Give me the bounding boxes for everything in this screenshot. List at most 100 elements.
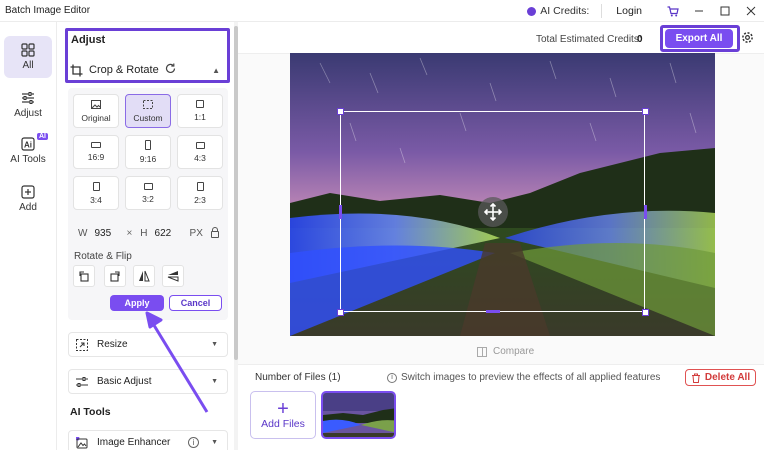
- height-label: H: [140, 228, 148, 239]
- chevron-up-icon[interactable]: ▲: [212, 66, 220, 75]
- move-icon: [484, 203, 502, 221]
- width-label: W: [78, 228, 88, 239]
- ratio-custom-button[interactable]: Custom: [125, 94, 171, 128]
- credit-icon: [527, 6, 537, 16]
- crop-rotate-header[interactable]: Crop & Rotate ▲: [70, 59, 226, 81]
- add-files-button[interactable]: + Add Files: [250, 391, 316, 439]
- custom-crop-icon: [143, 99, 153, 109]
- ratio-label: Original: [81, 112, 111, 123]
- info-icon[interactable]: i: [188, 437, 199, 448]
- ratio-original-button[interactable]: Original: [73, 94, 119, 128]
- delete-all-label: Delete All: [704, 372, 751, 383]
- ai-credits[interactable]: AI Credits:: [527, 5, 589, 17]
- cart-icon[interactable]: [660, 0, 686, 22]
- nav-label: Add: [19, 202, 37, 213]
- info-icon: i: [387, 372, 397, 383]
- ratio-1-1-button[interactable]: 1:1: [177, 94, 223, 128]
- ratio-2-3-button[interactable]: 2:3: [177, 176, 223, 210]
- ratio-9-16-button[interactable]: 9:16: [125, 135, 171, 169]
- reset-icon[interactable]: [165, 63, 176, 77]
- switch-info-text: Switch images to preview the effects of …: [401, 372, 661, 383]
- grid-icon: [21, 43, 35, 57]
- crop-rotate-label: Crop & Rotate: [89, 64, 159, 76]
- landscape-ratio-icon: [143, 182, 153, 190]
- file-count: Number of Files (1): [255, 372, 341, 383]
- crop-handle-top-right[interactable]: [642, 108, 649, 115]
- crop-edge-right[interactable]: [644, 205, 647, 219]
- height-input[interactable]: 622: [155, 228, 181, 239]
- ratio-3-2-button[interactable]: 3:2: [125, 176, 171, 210]
- compare-toggle[interactable]: Compare: [477, 346, 534, 357]
- nav-item-add[interactable]: Add: [4, 178, 52, 220]
- crop-handle-bottom-right[interactable]: [642, 309, 649, 316]
- flip-vertical-icon: [167, 271, 179, 282]
- compare-label: Compare: [493, 346, 535, 357]
- adjust-title: Adjust: [71, 34, 106, 46]
- rotate-left-icon: [79, 271, 89, 282]
- minimize-icon[interactable]: [686, 0, 712, 22]
- ai-badge: AI: [37, 133, 48, 140]
- cancel-button[interactable]: Cancel: [169, 295, 222, 311]
- gear-icon[interactable]: [741, 31, 754, 44]
- ratio-label: 3:2: [142, 193, 154, 204]
- nav-item-all[interactable]: All: [4, 36, 52, 78]
- crop-handle-bottom-left[interactable]: [337, 309, 344, 316]
- maximize-icon[interactable]: [712, 0, 738, 22]
- close-icon[interactable]: [738, 0, 764, 22]
- crop-edge-bottom[interactable]: [486, 310, 500, 313]
- ai-icon: Ai: [21, 137, 35, 151]
- export-all-button[interactable]: Export All: [665, 29, 733, 48]
- login-button[interactable]: Login: [608, 3, 650, 19]
- file-thumbnail[interactable]: [321, 391, 396, 439]
- add-files-label: Add Files: [261, 418, 305, 430]
- chevron-down-icon: ▼: [211, 378, 218, 385]
- ratio-label: Custom: [133, 112, 163, 123]
- compare-icon: [477, 346, 487, 357]
- ratio-4-3-button[interactable]: 4:3: [177, 135, 223, 169]
- chevron-down-icon: ▼: [211, 439, 218, 446]
- nav-label: Adjust: [14, 108, 42, 119]
- delete-all-button[interactable]: Delete All: [685, 369, 756, 386]
- dimensions-row: W 935 × H 622 PX: [78, 227, 219, 239]
- square-ratio-icon: [196, 100, 204, 108]
- move-crop-button[interactable]: [478, 197, 508, 227]
- ai-credits-label: AI Credits:: [540, 5, 590, 17]
- flip-horizontal-button[interactable]: [133, 265, 155, 287]
- enhancer-icon: [75, 436, 89, 450]
- basic-adjust-section[interactable]: Basic Adjust ▼: [68, 369, 228, 394]
- portrait-ratio-icon: [145, 140, 151, 150]
- width-input[interactable]: 935: [94, 228, 120, 239]
- image-enhancer-section[interactable]: Image Enhancer i ▼: [68, 430, 228, 450]
- resize-icon: [75, 338, 89, 352]
- crop-edge-left[interactable]: [339, 205, 342, 219]
- ratio-label: 9:16: [139, 154, 157, 164]
- portrait-ratio-icon: [92, 181, 100, 191]
- resize-label: Resize: [97, 339, 128, 350]
- left-nav: All Adjust Ai AI AI Tools Add: [0, 22, 57, 450]
- flip-horizontal-icon: [139, 270, 150, 282]
- apply-button[interactable]: Apply: [110, 295, 164, 311]
- rotate-right-icon: [110, 271, 120, 282]
- nav-label: All: [22, 60, 34, 71]
- rotate-right-button[interactable]: [104, 265, 126, 287]
- flip-vertical-button[interactable]: [162, 265, 184, 287]
- ratio-3-4-button[interactable]: 3:4: [73, 176, 119, 210]
- ratio-16-9-button[interactable]: 16:9: [73, 135, 119, 169]
- landscape-ratio-icon: [195, 141, 205, 149]
- sliders-icon: [75, 375, 89, 389]
- ratio-label: 2:3: [194, 194, 206, 205]
- landscape-ratio-icon: [91, 142, 101, 148]
- switch-info: i Switch images to preview the effects o…: [387, 372, 660, 383]
- ratio-label: 1:1: [194, 112, 206, 122]
- crop-icon: [70, 64, 83, 76]
- resize-section[interactable]: Resize ▼: [68, 332, 228, 357]
- nav-item-adjust[interactable]: Adjust: [4, 84, 52, 126]
- crop-handle-top-left[interactable]: [337, 108, 344, 115]
- chevron-down-icon: ▼: [211, 341, 218, 348]
- lock-icon[interactable]: [210, 227, 219, 238]
- plus-square-icon: [21, 185, 35, 199]
- nav-item-ai-tools[interactable]: Ai AI AI Tools: [4, 130, 52, 172]
- ai-tools-title: AI Tools: [70, 406, 111, 418]
- rotate-left-button[interactable]: [73, 265, 95, 287]
- svg-text:Ai: Ai: [24, 141, 32, 150]
